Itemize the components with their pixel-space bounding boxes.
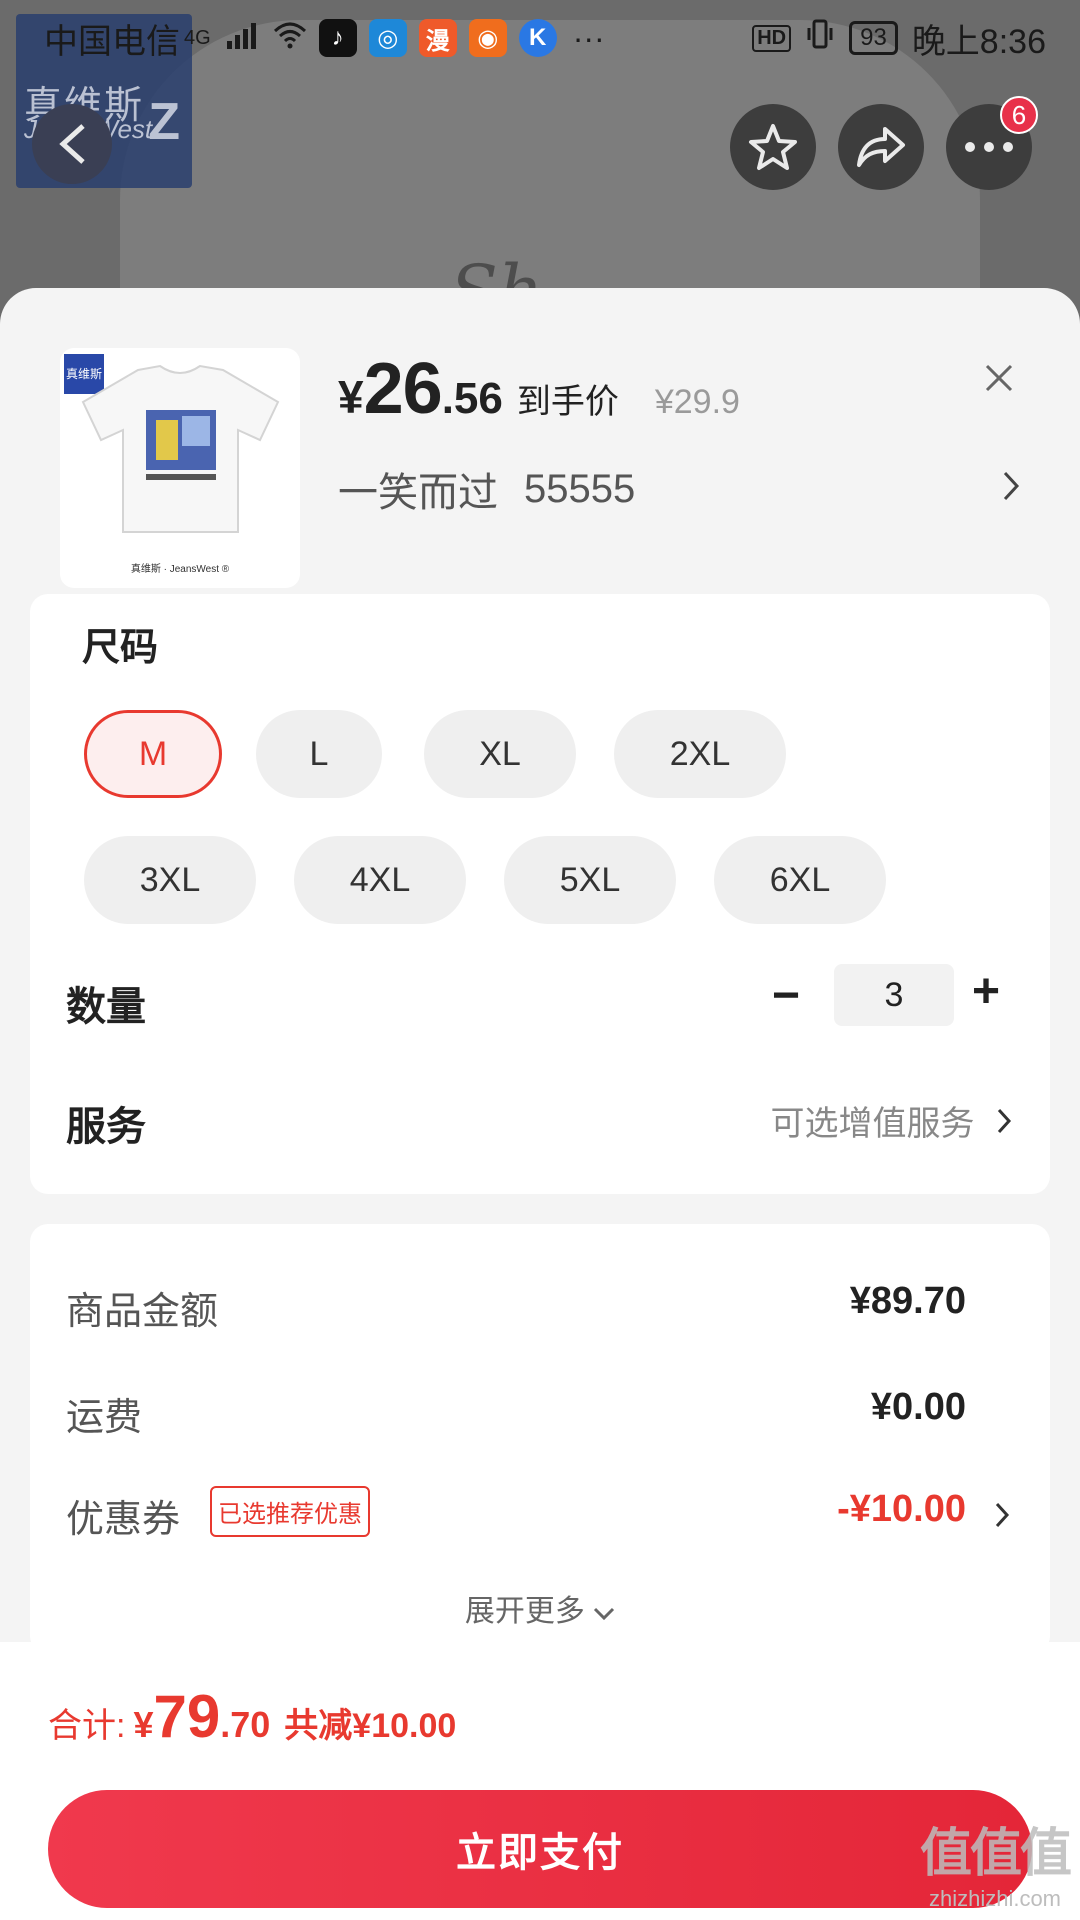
spec-card: 尺码 M L XL 2XL 3XL 4XL 5XL 6XL 数量 − 3 + 服… <box>30 594 1050 1194</box>
final-price-label: 到手价 <box>516 383 619 421</box>
more-icon <box>965 142 1013 152</box>
kugou-app-icon: K <box>518 19 557 57</box>
price-summary-card: 商品金额 ¥89.70 运费 ¥0.00 优惠券 已选推荐优惠 -¥10.00 … <box>30 1224 1050 1654</box>
close-button[interactable] <box>984 350 1014 404</box>
size-option-2xl[interactable]: 2XL <box>614 710 786 798</box>
battery-indicator: 93 <box>849 21 898 55</box>
signal-icon <box>226 20 257 57</box>
chevron-left-icon <box>59 124 85 164</box>
tiktok-app-icon: ♪ <box>318 19 357 57</box>
size-option-3xl[interactable]: 3XL <box>84 836 256 924</box>
total-symbol: ¥ <box>133 1704 154 1745</box>
price-row: ¥ 26 .56 到手价 ¥29.9 <box>338 348 740 430</box>
star-icon <box>749 124 797 170</box>
size-option-6xl[interactable]: 6XL <box>714 836 886 924</box>
more-notifications: ··· <box>572 19 605 56</box>
total-saved: 共减¥10.00 <box>284 1707 457 1745</box>
pay-now-button[interactable]: 立即支付 <box>48 1790 1032 1908</box>
goods-amount-label: 商品金额 <box>66 1291 219 1333</box>
status-bar: 中国电信 4G ♪ ◎ 漫 ◉ K ··· HD 93 晚上8:36 <box>0 0 1080 76</box>
expand-more-button[interactable]: 展开更多 <box>30 1586 1050 1630</box>
chevron-right-icon[interactable] <box>994 1496 1010 1538</box>
thumbnail-caption: 真维斯 · JeansWest ® <box>130 564 230 575</box>
share-button[interactable] <box>838 104 924 190</box>
total-price: 合计: ¥ 79 .70 共减¥10.00 <box>48 1682 456 1751</box>
kuaishou-app-icon: ◉ <box>468 19 507 57</box>
coupon-value[interactable]: -¥10.00 <box>837 1488 966 1531</box>
share-icon <box>857 127 905 167</box>
more-button[interactable]: 6 <box>946 96 1038 190</box>
shipping-value: ¥0.00 <box>870 1386 966 1428</box>
chevron-right-icon <box>1002 467 1020 512</box>
shipping-label: 运费 <box>66 1397 143 1439</box>
carrier-label: 中国电信 <box>44 22 180 61</box>
coupon-tag: 已选推荐优惠 <box>210 1486 370 1537</box>
size-option-m[interactable]: M <box>84 710 222 798</box>
total-integer: 79 <box>153 1683 221 1750</box>
price-decimal: .56 <box>441 374 503 423</box>
clock: 晚上8:36 <box>911 22 1046 61</box>
vibrate-icon <box>805 18 835 59</box>
back-button[interactable] <box>32 104 112 184</box>
close-icon <box>985 364 1013 392</box>
hd-indicator: HD <box>752 24 792 52</box>
size-option-l[interactable]: L <box>256 710 382 798</box>
goods-amount-value: ¥89.70 <box>849 1280 966 1322</box>
watermark-url: zhizhizhi.com <box>928 1886 1062 1911</box>
notification-badge: 6 <box>1000 96 1038 134</box>
product-thumbnail[interactable]: 真维斯 真维斯 · JeansWest ® <box>60 348 300 588</box>
tshirt-image <box>81 364 280 533</box>
site-watermark: 值值值 zhizhizhi.com <box>919 1811 1072 1912</box>
price-symbol: ¥ <box>338 371 364 423</box>
size-option-5xl[interactable]: 5XL <box>504 836 676 924</box>
size-option-4xl[interactable]: 4XL <box>294 836 466 924</box>
size-option-xl[interactable]: XL <box>424 710 576 798</box>
original-price: ¥29.9 <box>654 383 740 421</box>
service-value: 可选增值服务 <box>770 1105 975 1143</box>
manhua-app-icon: 漫 <box>418 19 457 57</box>
checkout-bar: 合计: ¥ 79 .70 共减¥10.00 立即支付 <box>0 1642 1080 1920</box>
service-label: 服务 <box>66 1105 146 1149</box>
chevron-right-icon <box>996 1105 1012 1143</box>
total-decimal: .70 <box>220 1704 271 1745</box>
service-selector[interactable]: 可选增值服务 <box>771 1096 1012 1145</box>
favorite-button[interactable] <box>730 104 816 190</box>
brand-logo-mark: Z <box>148 93 180 151</box>
expand-more-label: 展开更多 <box>464 1595 585 1628</box>
browser-app-icon: ◎ <box>368 19 407 57</box>
size-title: 尺码 <box>82 627 159 669</box>
spec-name: 一笑而过 <box>338 471 498 515</box>
coupon-label: 优惠券 <box>66 1499 181 1541</box>
quantity-increase-button[interactable]: + <box>972 964 1000 1019</box>
total-label: 合计: <box>48 1707 126 1745</box>
quantity-input[interactable]: 3 <box>834 964 954 1026</box>
network-type: 4G <box>184 26 211 49</box>
chevron-down-icon <box>594 1607 615 1621</box>
selected-spec-row[interactable]: 一笑而过 55555 <box>338 460 1020 518</box>
spec-value: 55555 <box>524 466 636 511</box>
quantity-decrease-button[interactable]: − <box>772 968 800 1023</box>
sheet-header: 真维斯 真维斯 · JeansWest ® ¥ 26 .56 到手价 ¥29.9… <box>0 288 1080 628</box>
price-integer: 26 <box>363 349 443 429</box>
watermark-logo: 值值值 <box>919 1825 1072 1883</box>
quantity-label: 数量 <box>66 985 146 1029</box>
wifi-icon <box>273 20 307 57</box>
